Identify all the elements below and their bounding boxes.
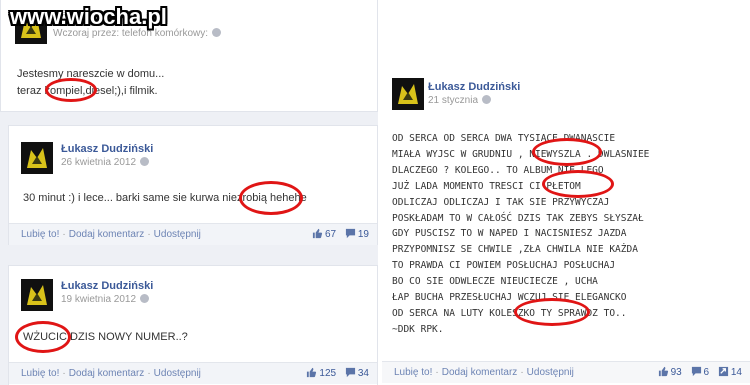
post-mid: Łukasz Dudziński 26 kwietnia 2012 30 min… (8, 125, 378, 245)
lyrics-line: OD SERCA OD SERCA DWA TYSIĄCE DWANASCIE (392, 133, 616, 144)
thumbs-up-icon (658, 366, 668, 377)
comment-count[interactable]: 34 (358, 368, 369, 379)
like-link[interactable]: Lubię to! (394, 367, 432, 378)
comment-icon (345, 367, 355, 378)
share-icon (718, 366, 728, 377)
comment-icon (345, 228, 355, 239)
avatar[interactable] (392, 78, 424, 110)
post-bottom: Łukasz Dudziński 19 kwietnia 2012 WŻUCIC… (8, 265, 378, 385)
post-actions: Lubię to! · Dodaj komentarz · Udostępnij 93 … (382, 361, 750, 383)
avatar-wolf-icon (392, 78, 424, 110)
avatar-wolf-icon (21, 142, 53, 174)
post-actions: Lubię to! · Dodaj komentarz · Udostępnij 125… (9, 362, 377, 384)
thumbs-up-icon (307, 367, 317, 378)
post-right: Łukasz Dudziński 21 stycznia OD SERCA OD… (382, 70, 750, 385)
like-count[interactable]: 125 (319, 368, 336, 379)
avatar[interactable] (21, 279, 53, 311)
globe-icon (482, 95, 492, 104)
like-link[interactable]: Lubię to! (21, 368, 59, 379)
like-count[interactable]: 67 (325, 229, 336, 240)
highlight-ring (45, 78, 97, 102)
highlight-ring (239, 181, 303, 215)
author-name[interactable]: Łukasz Dudziński (61, 143, 153, 155)
like-link[interactable]: Lubię to! (21, 229, 59, 240)
lyrics-line: MIAŁA WYJSC W GRUDNIU , NIEWYSZLA . DWLA… (392, 148, 650, 160)
lyrics-line: GDY PUSCISZ TO W NAPED I NACISNIESZ JAZD… (392, 228, 627, 240)
comment-link[interactable]: Dodaj komentarz (69, 229, 145, 240)
comment-count[interactable]: 19 (358, 229, 369, 240)
lyrics-line: ~DDK RPK. (392, 323, 444, 335)
post-date[interactable]: 21 stycznia (428, 95, 492, 106)
lyrics-line: DLACZEGO ? KOLEGO.. TO ALBUM NIE LEGO (392, 164, 604, 176)
globe-icon (140, 157, 150, 166)
share-count[interactable]: 14 (731, 367, 742, 378)
lyrics-line: TO PRAWDA CI POWIEM POSŁUCHAJ POSŁUCHAJ (392, 260, 616, 272)
lyrics-line: BO CO SIE ODWLECZE NIEUCIECZE , UCHA (392, 276, 598, 288)
share-link[interactable]: Udostępnij (154, 229, 201, 240)
column-divider (378, 0, 380, 385)
comment-link[interactable]: Dodaj komentarz (442, 367, 518, 378)
share-link[interactable]: Udostępnij (154, 368, 201, 379)
globe-icon (212, 28, 222, 37)
share-link[interactable]: Udostępnij (527, 367, 574, 378)
post-date[interactable]: 26 kwietnia 2012 (61, 157, 150, 168)
avatar[interactable] (21, 142, 53, 174)
lyrics-line: POSKŁADAM TO W CAŁOŚĆ DZIS TAK ZEBYS SŁY… (392, 212, 644, 224)
avatar-wolf-icon (21, 279, 53, 311)
comment-icon (691, 366, 701, 377)
globe-icon (140, 294, 150, 303)
comment-count[interactable]: 6 (704, 367, 710, 378)
lyrics-line: PRZYPOMNISZ SE CHWILE ,ZŁA CHWILA NIE KA… (392, 244, 638, 256)
comment-link[interactable]: Dodaj komentarz (69, 368, 145, 379)
post-actions: Lubię to! · Dodaj komentarz · Udostępnij 67 … (9, 223, 377, 245)
highlight-ring (542, 170, 614, 198)
highlight-ring (532, 138, 602, 166)
watermark-logo: www.wiocha.pl (10, 4, 167, 29)
like-count[interactable]: 93 (671, 367, 682, 378)
lyrics-line: ODLICZAJ ODLICZAJ I TAK SIE PRZYWYCZAJ (392, 196, 610, 208)
author-name[interactable]: Łukasz Dudziński (61, 280, 153, 292)
post-date[interactable]: 19 kwietnia 2012 (61, 294, 150, 305)
thumbs-up-icon (312, 228, 323, 239)
highlight-ring (15, 321, 71, 353)
highlight-ring (514, 298, 590, 326)
author-name[interactable]: Łukasz Dudziński (428, 81, 520, 93)
